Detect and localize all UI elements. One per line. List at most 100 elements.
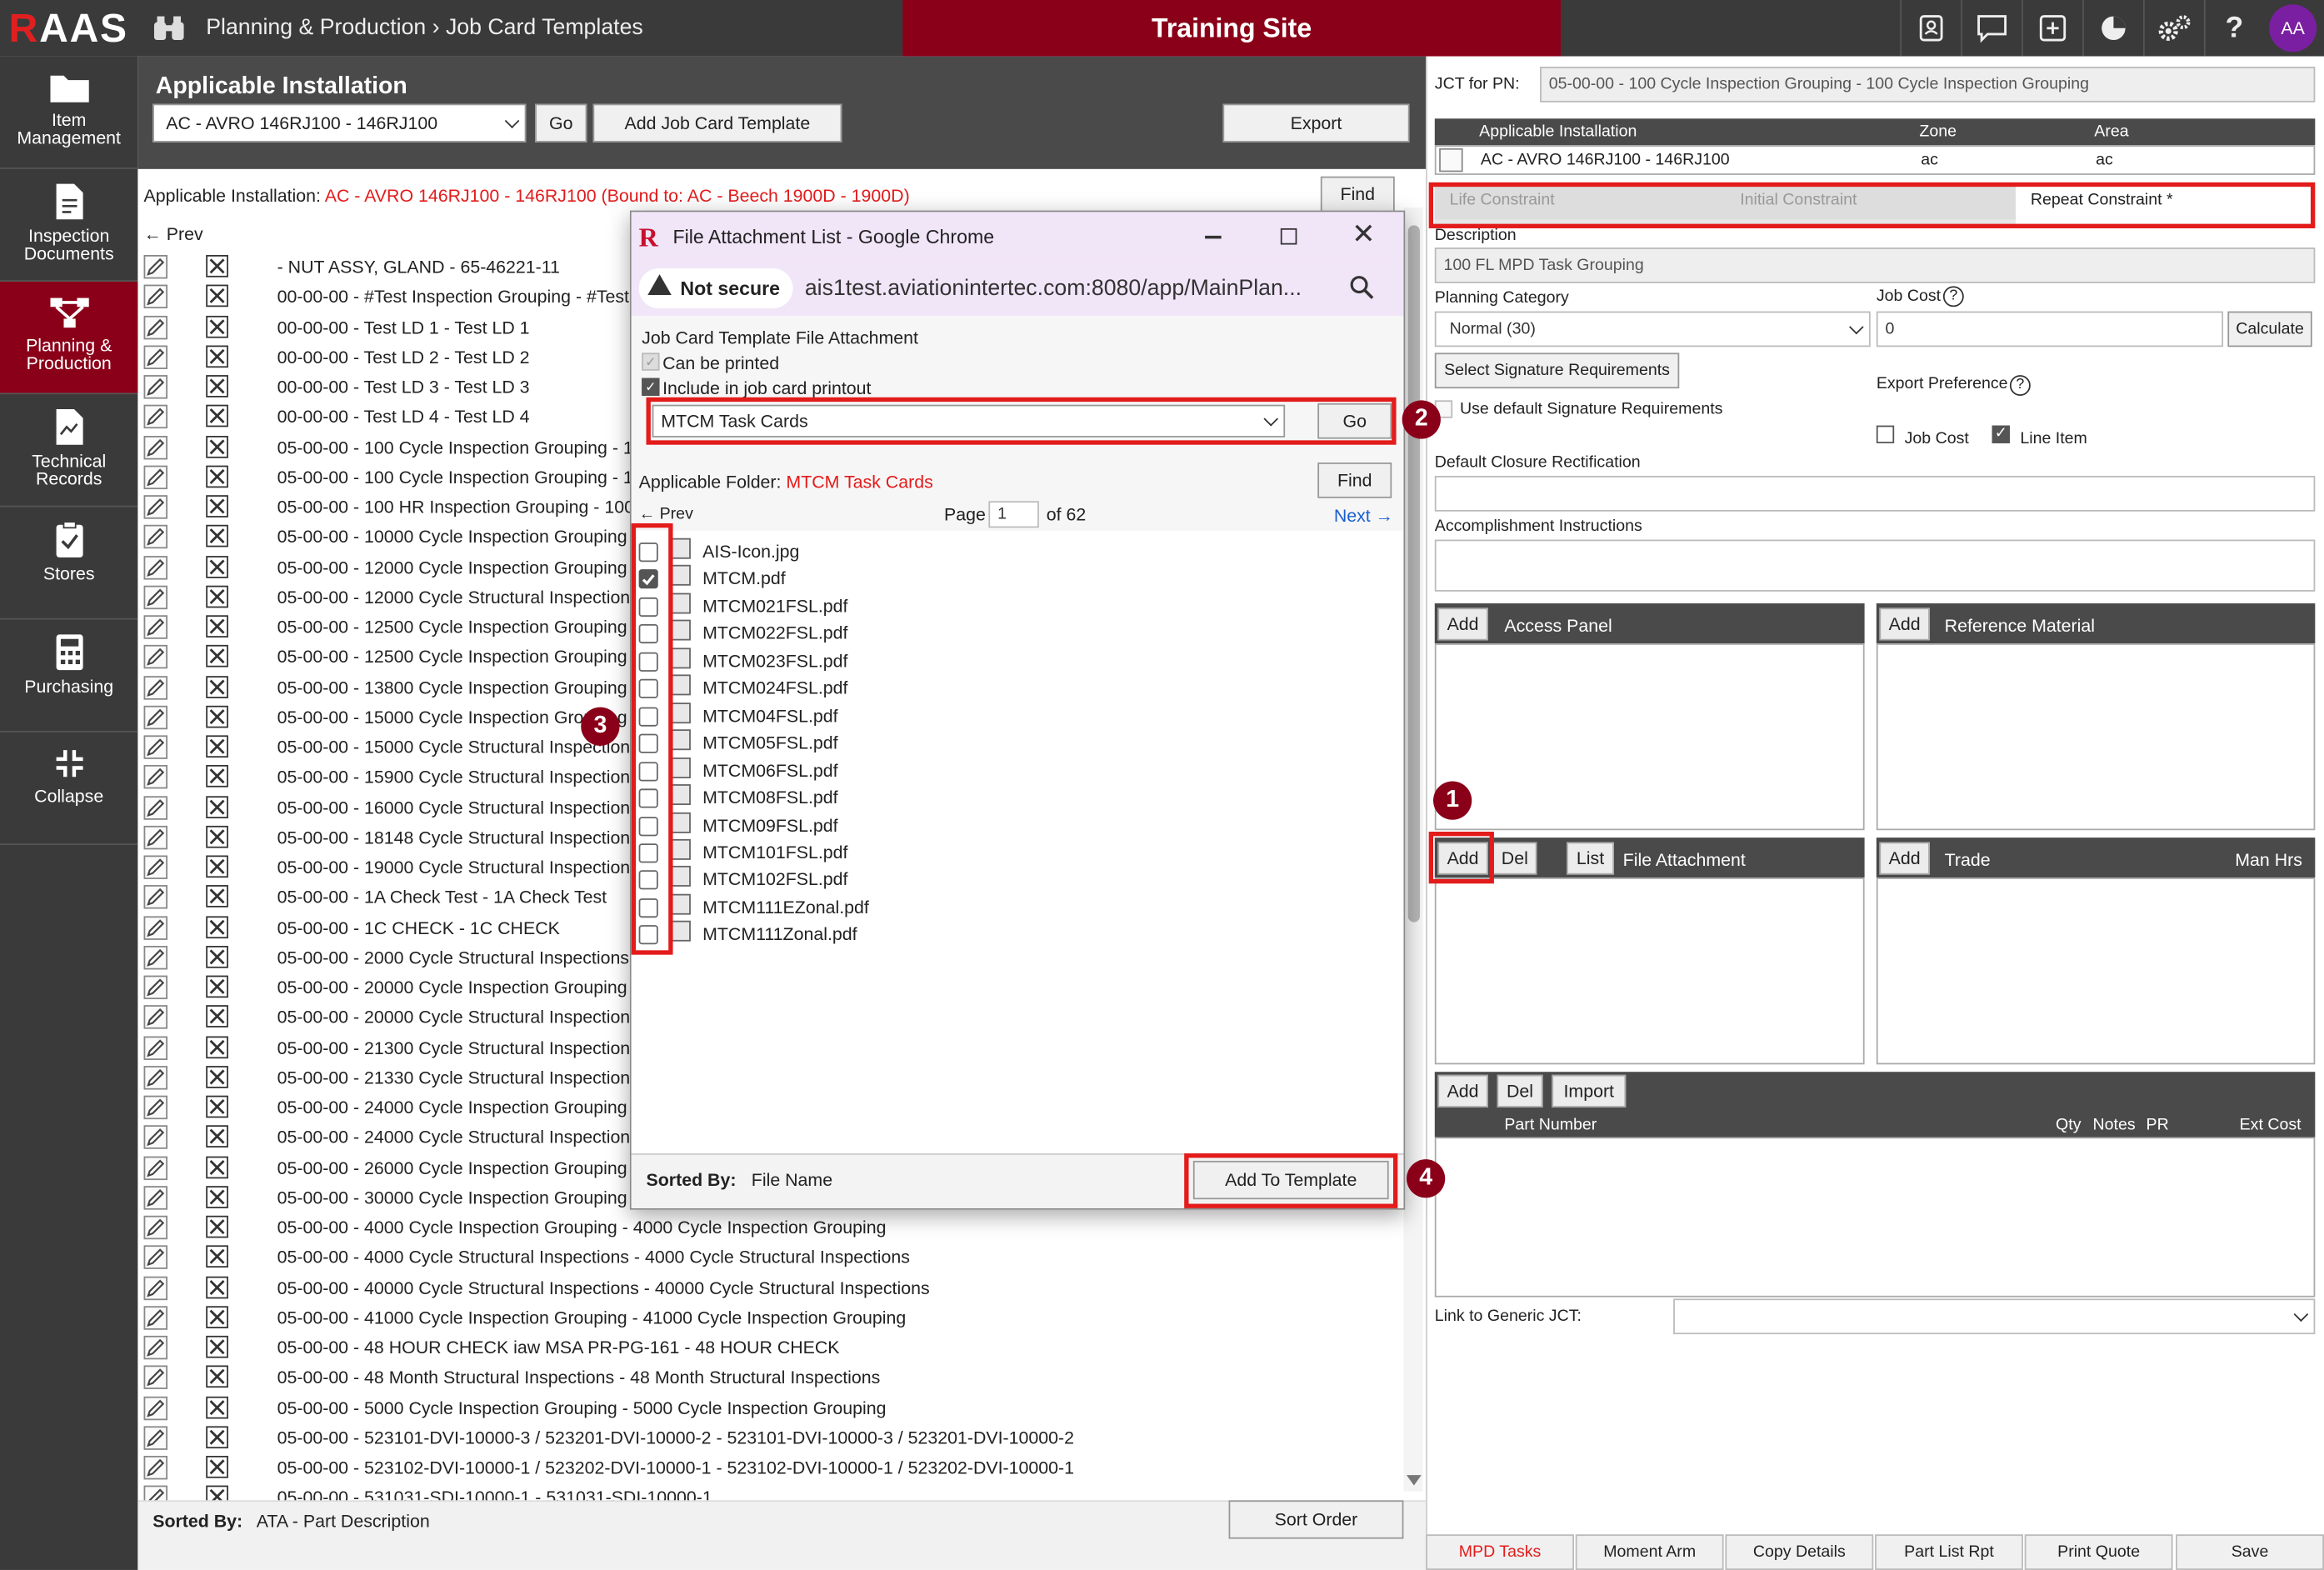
edit-icon[interactable]: [143, 1185, 167, 1210]
export-button[interactable]: Export: [1222, 103, 1410, 142]
avatar[interactable]: AA: [2269, 4, 2317, 52]
delete-icon[interactable]: [206, 1245, 228, 1268]
file-name[interactable]: MTCM05FSL.pdf: [702, 732, 838, 753]
delete-icon[interactable]: [206, 1005, 228, 1028]
job-cost-input[interactable]: 0: [1876, 311, 2224, 348]
edit-icon[interactable]: [143, 1455, 167, 1480]
file-name[interactable]: MTCM111Zonal.pdf: [702, 924, 857, 945]
list-item[interactable]: MTCM021FSL.pdf: [637, 592, 1082, 619]
edit-icon[interactable]: [143, 1365, 167, 1390]
edit-icon[interactable]: [143, 1425, 167, 1450]
file-attachment-list-button[interactable]: List: [1567, 842, 1615, 875]
prev-link[interactable]: ← Prev: [144, 224, 203, 245]
help-icon[interactable]: ?: [2203, 0, 2263, 57]
list-item[interactable]: MTCM102FSL.pdf: [637, 866, 1082, 893]
sidebar-item-planning-production[interactable]: Planning & Production: [0, 282, 138, 395]
delete-icon[interactable]: [206, 1095, 228, 1118]
delete-icon[interactable]: [206, 405, 228, 428]
edit-icon[interactable]: [143, 315, 167, 339]
delete-icon[interactable]: [206, 1425, 228, 1448]
delete-icon[interactable]: [206, 645, 228, 668]
link-generic-jct-select[interactable]: [1673, 1298, 2316, 1335]
delete-icon[interactable]: [206, 1185, 228, 1208]
delete-icon[interactable]: [206, 375, 228, 398]
delete-icon[interactable]: [206, 1065, 228, 1088]
scroll-down-icon[interactable]: [1406, 1475, 1422, 1486]
file-name[interactable]: MTCM023FSL.pdf: [702, 651, 847, 672]
line-item-checkbox[interactable]: ✓: [1992, 425, 2010, 443]
can-be-printed-checkbox[interactable]: ✓: [642, 352, 660, 371]
delete-icon[interactable]: [206, 1365, 228, 1388]
delete-icon[interactable]: [206, 855, 228, 878]
edit-icon[interactable]: [143, 495, 167, 519]
list-item[interactable]: AIS-Icon.jpg: [637, 538, 1082, 565]
dialog-find-button[interactable]: Find: [1317, 462, 1392, 498]
select-signature-requirements-button[interactable]: Select Signature Requirements: [1434, 352, 1680, 389]
trade-add-button[interactable]: Add: [1879, 842, 1930, 875]
job-cost-checkbox[interactable]: [1876, 425, 1895, 443]
edit-icon[interactable]: [143, 705, 167, 729]
edit-icon[interactable]: [143, 375, 167, 399]
include-printout-checkbox[interactable]: ✓: [642, 378, 660, 396]
edit-icon[interactable]: [143, 795, 167, 819]
delete-icon[interactable]: [206, 945, 228, 968]
help-icon[interactable]: ?: [2009, 375, 2031, 396]
edit-icon[interactable]: [143, 765, 167, 789]
page-input[interactable]: 1: [988, 501, 1039, 528]
file-name[interactable]: MTCM111EZonal.pdf: [702, 897, 869, 918]
delete-icon[interactable]: [206, 1275, 228, 1298]
delete-icon[interactable]: [206, 735, 228, 758]
edit-icon[interactable]: [143, 615, 167, 639]
add-job-card-template-button[interactable]: Add Job Card Template: [592, 103, 842, 142]
edit-icon[interactable]: [143, 1395, 167, 1420]
delete-icon[interactable]: [206, 1155, 228, 1178]
list-item[interactable]: MTCM05FSL.pdf: [637, 729, 1082, 757]
list-scrollbar-thumb[interactable]: [1407, 225, 1420, 922]
edit-icon[interactable]: [143, 945, 167, 970]
file-name[interactable]: MTCM102FSL.pdf: [702, 869, 847, 890]
chat-icon[interactable]: [1961, 0, 2020, 57]
reference-material-add-button[interactable]: Add: [1879, 608, 1930, 641]
edit-icon[interactable]: [143, 435, 167, 459]
delete-icon[interactable]: [206, 765, 228, 788]
zoom-icon[interactable]: [1349, 274, 1376, 301]
delete-icon[interactable]: [206, 585, 228, 608]
file-name[interactable]: AIS-Icon.jpg: [702, 541, 799, 562]
table-row[interactable]: 05-00-00 - 4000 Cycle Inspection Groupin…: [143, 1212, 1404, 1242]
delete-icon[interactable]: [206, 795, 228, 818]
edit-icon[interactable]: [143, 975, 167, 1000]
list-item[interactable]: MTCM06FSL.pdf: [637, 757, 1082, 783]
raas-logo[interactable]: RAAS: [9, 6, 128, 52]
delete-icon[interactable]: [206, 555, 228, 578]
edit-icon[interactable]: [143, 285, 167, 309]
edit-icon[interactable]: [143, 1155, 167, 1180]
table-row[interactable]: 05-00-00 - 5000 Cycle Inspection Groupin…: [143, 1392, 1404, 1422]
edit-icon[interactable]: [143, 825, 167, 849]
delete-icon[interactable]: [206, 1035, 228, 1058]
table-row[interactable]: 05-00-00 - 40000 Cycle Structural Inspec…: [143, 1272, 1404, 1302]
list-item[interactable]: MTCM022FSL.pdf: [637, 620, 1082, 647]
sidebar-item-technical-records[interactable]: Technical Records: [0, 394, 138, 508]
edit-icon[interactable]: [143, 1125, 167, 1150]
sort-order-button[interactable]: Sort Order: [1228, 1500, 1404, 1539]
list-item[interactable]: MTCM023FSL.pdf: [637, 648, 1082, 674]
table-row[interactable]: 05-00-00 - 48 HOUR CHECK iaw MSA PR-PG-1…: [143, 1332, 1404, 1362]
next-link[interactable]: Next →: [1334, 506, 1393, 527]
default-closure-input[interactable]: [1434, 476, 2316, 512]
mpd-tasks-button[interactable]: MPD Tasks: [1426, 1534, 1574, 1570]
delete-icon[interactable]: [206, 675, 228, 698]
list-item[interactable]: MTCM09FSL.pdf: [637, 812, 1082, 838]
edit-icon[interactable]: [143, 855, 167, 879]
file-name[interactable]: MTCM09FSL.pdf: [702, 815, 838, 836]
part-list-rpt-button[interactable]: Part List Rpt: [1875, 1534, 2023, 1570]
edit-icon[interactable]: [143, 1035, 167, 1060]
edit-icon[interactable]: [143, 1245, 167, 1270]
edit-icon[interactable]: [143, 735, 167, 759]
edit-icon[interactable]: [143, 1215, 167, 1240]
close-icon[interactable]: ✕: [1352, 219, 1375, 252]
edit-icon[interactable]: [143, 465, 167, 489]
sidebar-item-inspection-documents[interactable]: Inspection Documents: [0, 169, 138, 282]
edit-icon[interactable]: [143, 345, 167, 369]
accomplishment-textarea[interactable]: [1434, 539, 2316, 592]
save-button[interactable]: Save: [2176, 1534, 2324, 1570]
